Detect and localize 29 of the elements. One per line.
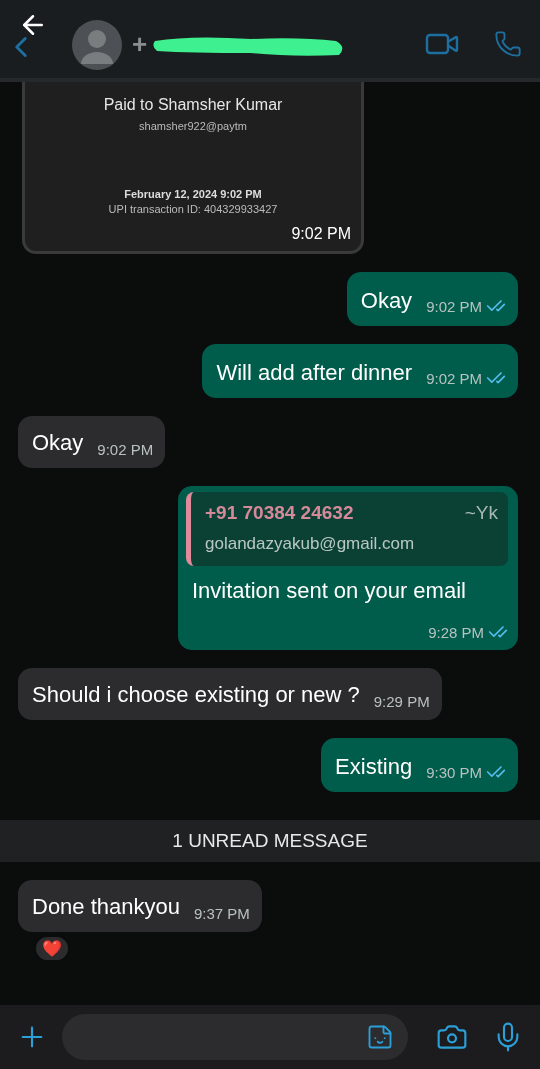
message-text: Okay bbox=[360, 287, 413, 315]
message-text: Done thankyou bbox=[32, 893, 180, 921]
payment-handle: shamsher922@paytm bbox=[139, 120, 247, 132]
message-input-field[interactable] bbox=[62, 1014, 408, 1060]
message-time: 9:02 PM bbox=[426, 369, 482, 387]
transaction-id: UPI transaction ID: 404329933427 bbox=[108, 203, 278, 215]
message-text: Existing bbox=[335, 753, 413, 781]
phone-call-icon[interactable] bbox=[494, 30, 522, 58]
message-time: 9:02 PM bbox=[426, 297, 482, 315]
payment-date: February 12, 2024 9:02 PM bbox=[124, 188, 262, 200]
message-time: 9:37 PM bbox=[194, 905, 250, 922]
quote-text: golandazyakub@gmail.com bbox=[205, 534, 416, 554]
message-text: Okay bbox=[32, 429, 84, 457]
message-time: 9:29 PM bbox=[373, 693, 430, 710]
quote-name: ~Yk bbox=[464, 502, 498, 524]
avatar[interactable] bbox=[72, 20, 122, 70]
payment-title: Paid to Shamsher Kumar bbox=[103, 96, 283, 114]
message-text: Should i choose existing or new ? bbox=[32, 681, 360, 709]
message-time: 9:02 PM bbox=[97, 441, 154, 458]
message-time: 9:30 PM bbox=[426, 763, 482, 781]
contact-prefix: + bbox=[132, 28, 148, 60]
message-time: 9:02 PM bbox=[291, 225, 351, 243]
quoted-message[interactable]: +91 70384 24632 ~Yk golandazyakub@gmail.com bbox=[186, 492, 508, 566]
message-text: Invitation sent on your email bbox=[192, 577, 466, 605]
message-text: Will add after dinner bbox=[216, 359, 413, 387]
reaction-badge[interactable]: ❤ bbox=[34, 935, 70, 962]
sticker-icon[interactable] bbox=[366, 1023, 394, 1051]
quote-author: +91 70384 24632 bbox=[205, 502, 354, 524]
message-time: 9:28 PM bbox=[428, 623, 484, 641]
